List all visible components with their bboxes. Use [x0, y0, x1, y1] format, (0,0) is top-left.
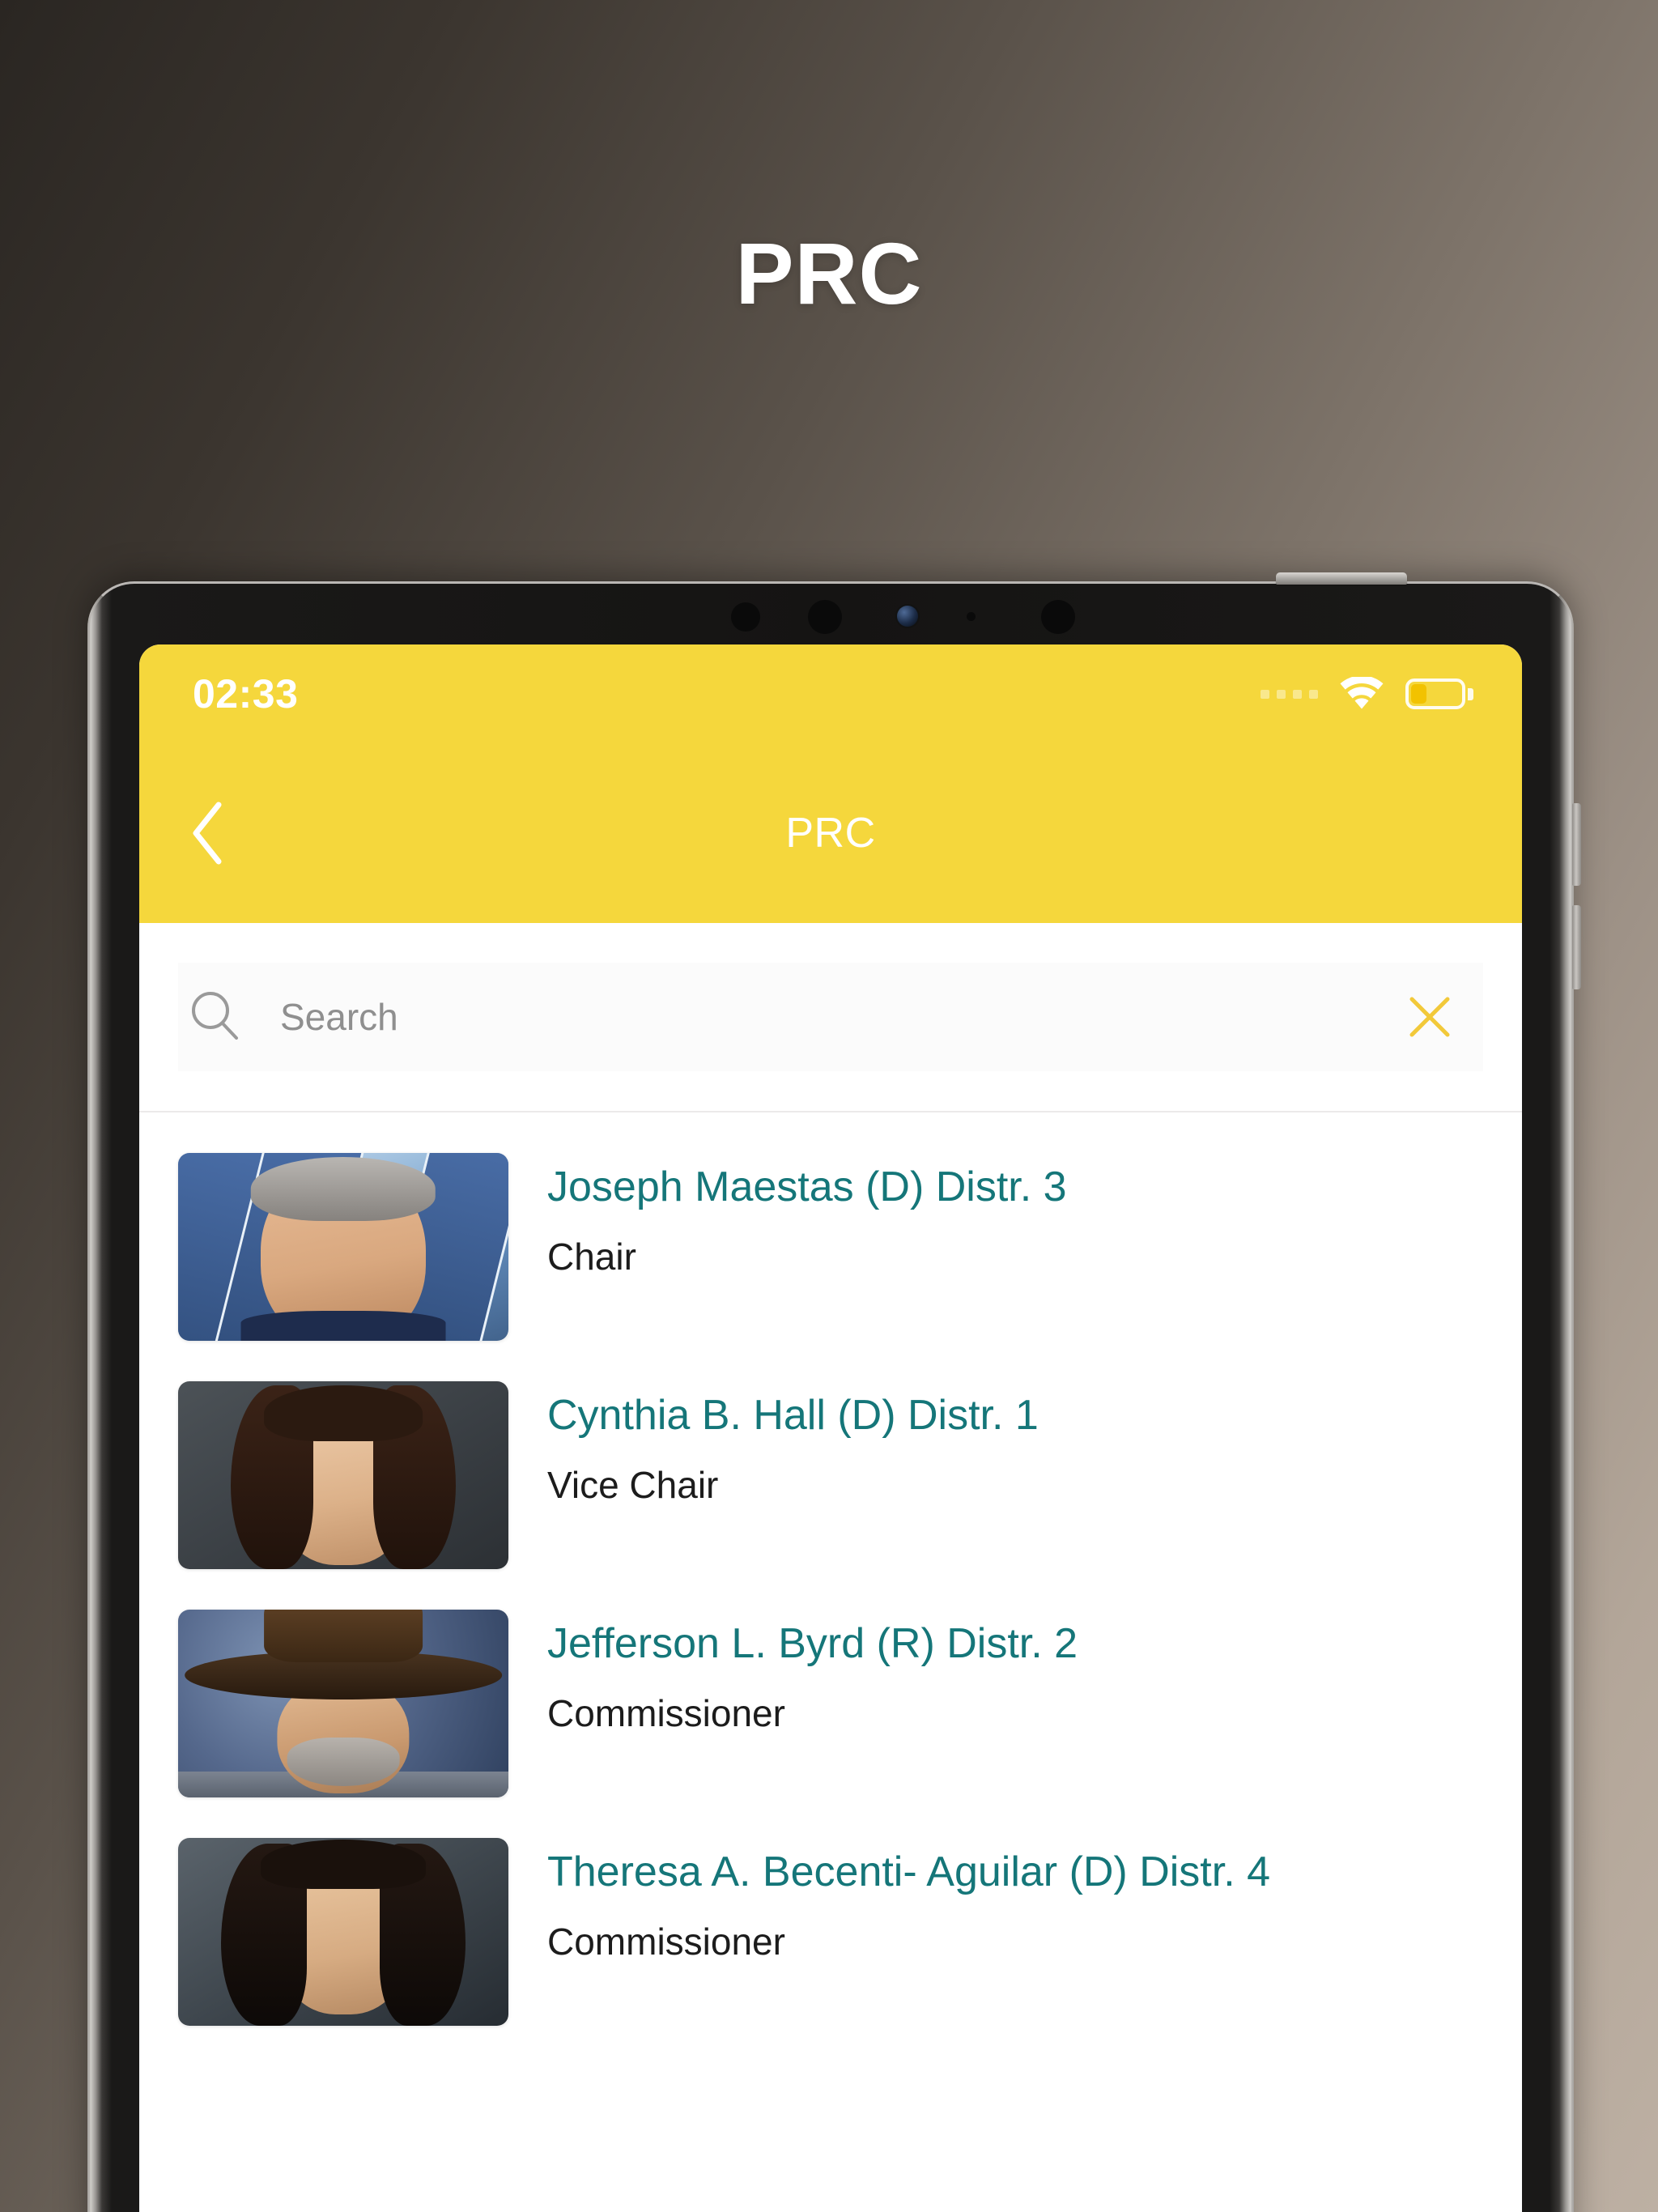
volume-up-button[interactable] — [1572, 803, 1581, 886]
member-name: Joseph Maestas (D) Distr. 3 — [547, 1163, 1067, 1210]
member-text: Theresa A. Becenti- Aguilar (D) Distr. 4… — [547, 1838, 1270, 1963]
device-screen: 02:33 PRC Search Joseph Maestas (D) Dist… — [139, 644, 1522, 2212]
search-input[interactable] — [280, 995, 1381, 1039]
page-title: PRC — [785, 810, 876, 857]
battery-body — [1405, 678, 1465, 709]
search-bar — [139, 923, 1522, 1112]
battery-cap — [1468, 687, 1473, 700]
portrait-joseph-maestas — [178, 1153, 508, 1341]
member-text: Jefferson L. Byrd (R) Distr. 2 Commissio… — [547, 1610, 1078, 1735]
battery-icon — [1405, 678, 1473, 709]
front-camera-icon — [897, 606, 918, 627]
indicator-led-icon — [967, 612, 976, 621]
member-name: Theresa A. Becenti- Aguilar (D) Distr. 4 — [547, 1848, 1271, 1895]
member-text: Cynthia B. Hall (D) Distr. 1 Vice Chair — [547, 1381, 1039, 1507]
member-role: Vice Chair — [547, 1464, 719, 1507]
member-text: Joseph Maestas (D) Distr. 3 Chair — [547, 1153, 1067, 1278]
tablet-device-frame: 02:33 PRC Search Joseph Maestas (D) Dist… — [87, 572, 1581, 2212]
promo-title: PRC — [735, 224, 923, 322]
speaker-sensor-icon — [1041, 600, 1075, 634]
member-role: Commissioner — [547, 1921, 785, 1963]
member-role: Commissioner — [547, 1692, 785, 1735]
wifi-icon — [1339, 677, 1384, 711]
status-bar-indicators — [1261, 677, 1473, 711]
list-item[interactable]: Jefferson L. Byrd (R) Distr. 2 Commissio… — [139, 1569, 1522, 1797]
nav-bar: PRC — [139, 743, 1522, 923]
member-role: Chair — [547, 1236, 636, 1278]
back-button[interactable] — [172, 798, 243, 869]
list-item[interactable]: Joseph Maestas (D) Distr. 3 Chair — [139, 1112, 1522, 1341]
status-bar-clock: 02:33 — [193, 671, 299, 717]
close-x-icon — [1409, 997, 1450, 1037]
search-field[interactable] — [178, 963, 1483, 1071]
promo-backdrop: PRC 02:33 PRC Search Joseph Maestas (D) … — [0, 0, 1658, 2212]
portrait-cynthia-hall — [178, 1381, 508, 1569]
signal-dots-icon — [1261, 689, 1318, 699]
battery-level — [1411, 684, 1427, 704]
volume-down-button[interactable] — [1572, 905, 1581, 989]
search-icon — [188, 989, 241, 1046]
search-clear-button[interactable] — [1401, 988, 1459, 1046]
status-bar: 02:33 — [139, 644, 1522, 743]
member-list: Joseph Maestas (D) Distr. 3 Chair Cynthi… — [139, 1112, 1522, 2026]
ambient-light-sensor-icon — [808, 600, 842, 634]
proximity-sensor-icon — [731, 602, 760, 632]
sensor-cluster — [87, 581, 1574, 634]
chevron-left-icon — [193, 802, 222, 865]
portrait-theresa-becenti-aguilar — [178, 1838, 508, 2026]
list-item[interactable]: Theresa A. Becenti- Aguilar (D) Distr. 4… — [139, 1797, 1522, 2026]
portrait-jefferson-byrd — [178, 1610, 508, 1797]
member-name: Cynthia B. Hall (D) Distr. 1 — [547, 1392, 1039, 1439]
list-item[interactable]: Cynthia B. Hall (D) Distr. 1 Vice Chair — [139, 1341, 1522, 1569]
member-name: Jefferson L. Byrd (R) Distr. 2 — [547, 1620, 1078, 1667]
